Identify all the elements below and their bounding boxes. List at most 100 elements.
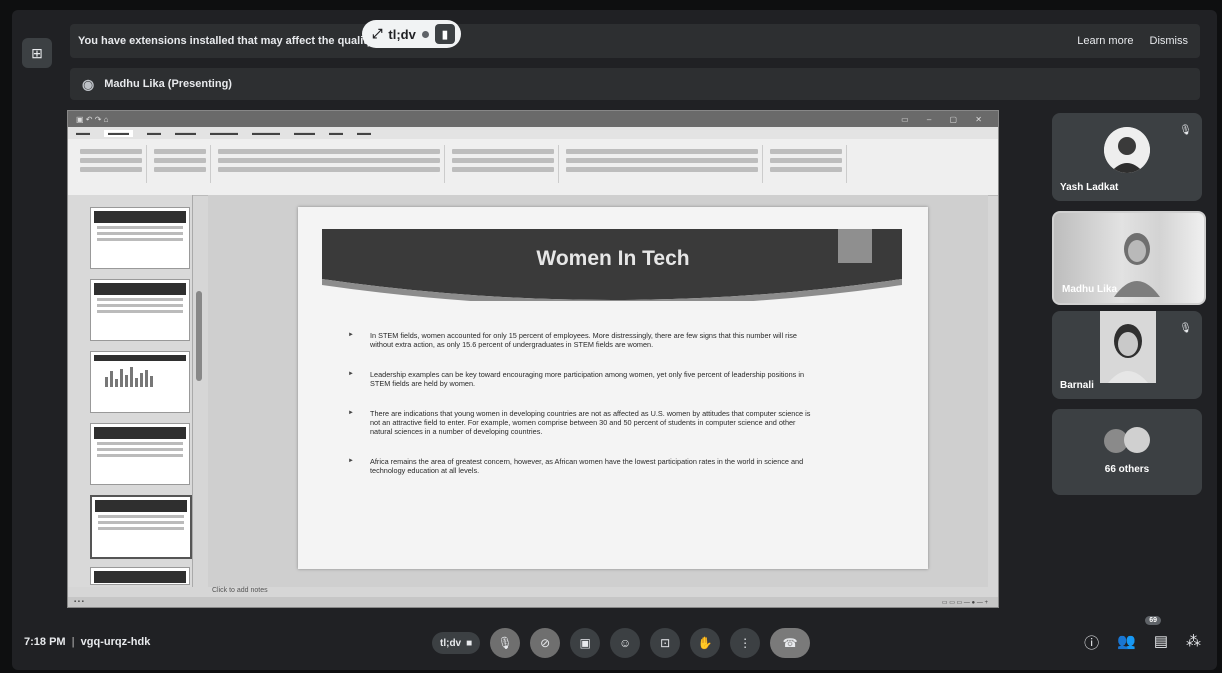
tldv-recorder-chip[interactable]: ⤢ tl;dv ▮: [362, 20, 461, 48]
mic-off-icon: 🎙: [497, 636, 513, 650]
ppt-tab: ▬▬▬▬: [252, 129, 280, 137]
ribbon-group-clipboard: [76, 145, 147, 183]
participant-count-badge: 69: [1145, 616, 1161, 625]
slide-thumbnail[interactable]: [90, 351, 190, 413]
slide-bullet: Africa remains the area of greatest conc…: [348, 457, 818, 475]
ribbon-group-drawing: [562, 145, 763, 183]
tldv-button-label: tl;dv: [440, 637, 462, 649]
extensions-warning-bar: You have extensions installed that may a…: [70, 24, 1200, 58]
ppt-tab: ▬▬▬: [294, 129, 315, 137]
others-tile[interactable]: 66 others: [1052, 409, 1202, 495]
participant-tile[interactable]: 🎙 Yash Ladkat: [1052, 113, 1202, 201]
slide-thumbnail[interactable]: [90, 423, 190, 485]
others-count: 66 others: [1104, 464, 1150, 475]
leave-call-button[interactable]: ☎: [770, 628, 811, 658]
presenter-label: Madhu Lika (Presenting): [104, 78, 232, 90]
captions-icon: ▣: [579, 636, 591, 650]
camera-off-icon: ⊘: [540, 636, 551, 650]
slide-thumbnail-selected[interactable]: [90, 495, 192, 559]
ppt-tab-active: ▬▬▬: [104, 129, 133, 137]
hangup-icon: ☎: [782, 636, 798, 650]
presenter-bar: ◉ Madhu Lika (Presenting): [70, 68, 1200, 100]
camera-button[interactable]: ⊘: [530, 628, 561, 658]
ppt-tab: ▬▬: [147, 129, 161, 137]
info-icon[interactable]: ⓘ: [1084, 632, 1099, 653]
slide-thumbnail[interactable]: [90, 567, 190, 585]
tldv-label: tl;dv: [388, 26, 416, 42]
participant-tile-video[interactable]: Madhu Lika: [1052, 211, 1206, 305]
slide-bullet: In STEM fields, women accounted for only…: [348, 331, 818, 349]
side-panel-toggle-icon[interactable]: ⊞: [22, 38, 52, 68]
emoji-icon: ☺: [619, 636, 632, 650]
side-controls: ⓘ 👥 ▤ ⁂: [1084, 632, 1201, 653]
recording-dot-icon: [421, 30, 429, 38]
ppt-ribbon-tabs: ▬▬ ▬▬▬ ▬▬ ▬▬▬ ▬▬▬▬ ▬▬▬▬ ▬▬▬ ▬▬ ▬▬: [68, 127, 998, 139]
slide-title: Women In Tech: [536, 247, 690, 270]
slide-thumbnail[interactable]: [90, 207, 190, 269]
slide-bullet: There are indications that young women i…: [348, 409, 818, 436]
tldv-menu-icon[interactable]: ▮: [434, 24, 455, 44]
avatar: [1104, 127, 1150, 173]
ribbon-group-font: [214, 145, 445, 183]
meet-window: ⊞ You have extensions installed that may…: [12, 10, 1217, 670]
chat-icon[interactable]: ▤: [1154, 632, 1168, 653]
hand-icon: ✋: [697, 636, 713, 650]
meeting-control-bar: 7:18 PM | vgq-urqz-hdk tl;dv ■ 🎙 ⊘ ▣ ☺ ⊡ ✋ …: [12, 610, 1217, 670]
ppt-tab: ▬▬: [357, 129, 371, 137]
thumbnail-bar-chart: [105, 365, 175, 387]
ribbon-group-paragraph: [448, 145, 559, 183]
mic-muted-icon: 🎙: [1179, 125, 1192, 136]
slide-thumbnail[interactable]: [90, 279, 190, 341]
slide-bullet-list: In STEM fields, women accounted for only…: [348, 331, 818, 496]
slide-thumbnail-pane: [68, 195, 193, 587]
more-vert-icon: ⋮: [739, 636, 752, 650]
quick-access-toolbar: ▣ ↶ ↷ ⌂: [76, 114, 109, 124]
activities-icon[interactable]: ⁂: [1186, 632, 1201, 653]
ribbon-group-slides: [150, 145, 211, 183]
thumbnail-scrollbar[interactable]: [196, 291, 202, 381]
mic-button[interactable]: 🎙: [490, 628, 521, 658]
expand-icon: ⤢: [372, 26, 383, 41]
window-controls: ▭ – ▢ ✕: [901, 114, 990, 124]
slide-notes-area[interactable]: Click to add notes: [208, 587, 1002, 597]
shared-screen-presentation: ▣ ↶ ↷ ⌂ ▭ – ▢ ✕ ▬▬ ▬▬▬ ▬▬ ▬▬▬ ▬▬▬▬ ▬▬▬▬ …: [67, 110, 999, 608]
mic-muted-icon: 🎙: [1179, 323, 1192, 334]
slide-editing-area: Women In Tech In STEM fields, women acco…: [208, 195, 988, 587]
participant-figure: [1114, 233, 1160, 297]
presenting-icon: ◉: [82, 75, 95, 92]
zoom-controls: ▭ ▭ ▭ — ● — +: [941, 599, 988, 606]
status-left: ▪ ▪ ▪: [74, 599, 84, 605]
participant-name: Barnali: [1060, 380, 1094, 391]
tldv-button[interactable]: tl;dv ■: [432, 632, 481, 654]
captions-button[interactable]: ▣: [570, 628, 601, 658]
people-icon[interactable]: 👥: [1117, 632, 1136, 653]
reactions-button[interactable]: ☺: [610, 628, 641, 658]
more-options-button[interactable]: ⋮: [730, 628, 761, 658]
avatar: [1124, 427, 1150, 453]
learn-more-link[interactable]: Learn more: [1077, 35, 1133, 47]
participant-tile[interactable]: 🎙 Barnali: [1052, 311, 1202, 399]
raise-hand-button[interactable]: ✋: [690, 628, 721, 658]
call-controls: tl;dv ■ 🎙 ⊘ ▣ ☺ ⊡ ✋ ⋮ ☎: [432, 628, 811, 658]
present-screen-icon: ⊡: [660, 636, 671, 650]
ppt-titlebar: ▣ ↶ ↷ ⌂ ▭ – ▢ ✕: [68, 111, 998, 127]
ppt-status-bar: ▪ ▪ ▪ ▭ ▭ ▭ — ● — +: [68, 597, 998, 607]
ppt-ribbon: [68, 139, 998, 196]
current-slide: Women In Tech In STEM fields, women acco…: [298, 207, 928, 569]
meeting-info: 7:18 PM | vgq-urqz-hdk: [24, 636, 150, 648]
participant-name: Madhu Lika: [1062, 284, 1118, 295]
slide-bullet: Leadership examples can be key toward en…: [348, 370, 818, 388]
ribbon-group-editing: [766, 145, 847, 183]
ppt-tab: ▬▬▬▬: [210, 129, 238, 137]
meeting-time: 7:18 PM: [24, 636, 66, 648]
meeting-code: vgq-urqz-hdk: [80, 636, 151, 648]
dismiss-button[interactable]: Dismiss: [1150, 35, 1189, 47]
meeting-info-separator: |: [71, 636, 75, 648]
participant-video: [1100, 311, 1156, 383]
participant-name: Yash Ladkat: [1060, 182, 1119, 193]
ppt-tab: ▬▬: [76, 129, 90, 137]
ppt-tab: ▬▬▬: [175, 129, 196, 137]
tldv-dot-icon: ■: [466, 637, 473, 649]
present-button[interactable]: ⊡: [650, 628, 681, 658]
ppt-tab: ▬▬: [329, 129, 343, 137]
